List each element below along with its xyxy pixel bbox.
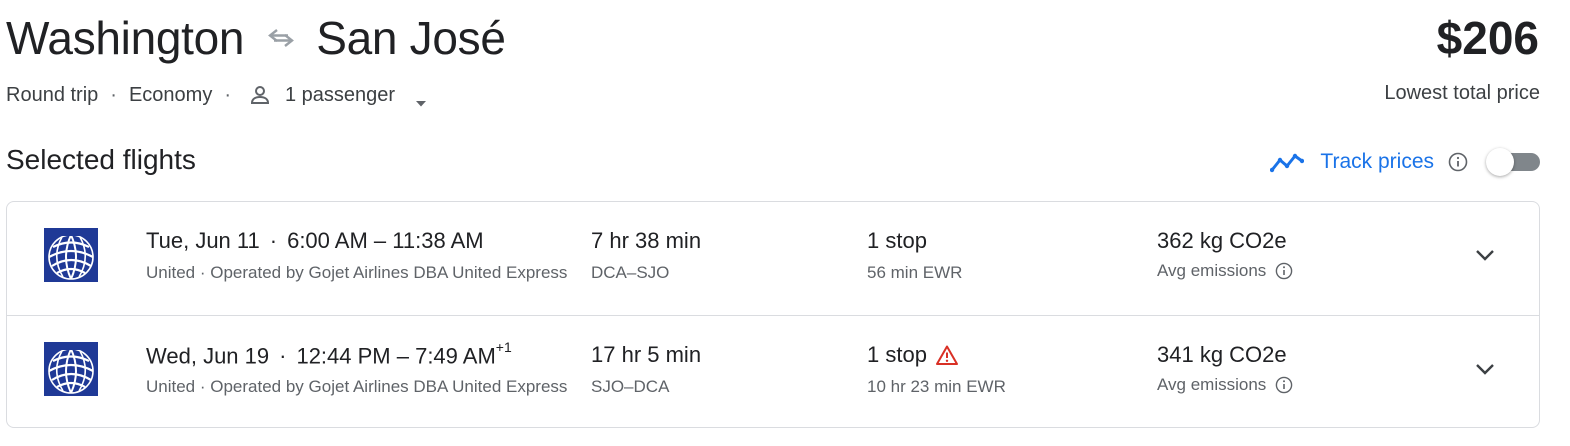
track-prices-toggle[interactable] (1486, 148, 1540, 176)
price-caption: Lowest total price (1384, 82, 1540, 104)
track-prices-label[interactable]: Track prices (1320, 150, 1434, 174)
layover-info: 56 min EWR (867, 263, 963, 282)
stops-count: 1 stop (867, 342, 927, 367)
separator-dot: · (269, 228, 278, 253)
airline-info: United · Operated by Gojet Airlines DBA … (146, 377, 568, 396)
flight-time-range: 6:00 AM – 11:38 AM (287, 228, 484, 253)
warning-icon[interactable] (935, 344, 959, 366)
flight-duration: 17 hr 5 min (591, 342, 702, 367)
flight-airports: SJO–DCA (591, 377, 670, 396)
flight-duration: 7 hr 38 min (591, 228, 702, 253)
emissions-value: 341 kg CO2e (1157, 342, 1287, 367)
caret-down-icon[interactable] (415, 91, 427, 107)
separator-dot: · (224, 83, 231, 106)
toggle-knob (1486, 148, 1514, 176)
track-prices: Track prices (1270, 146, 1540, 178)
chevron-down-icon[interactable] (1473, 246, 1497, 264)
flight-times: Tue, Jun 11 · 6:00 AM – 11:38 AM (146, 228, 484, 254)
emissions-label: Avg emissions (1157, 261, 1293, 281)
lowest-price: $206 (1436, 12, 1539, 64)
swap-arrows-icon[interactable] (264, 26, 298, 50)
flight-times: Wed, Jun 19 · 12:44 PM – 7:49 AM+1 (146, 339, 512, 369)
person-icon (249, 84, 271, 106)
day-offset: +1 (495, 339, 512, 355)
emissions-label: Avg emissions (1157, 375, 1293, 395)
layover-info: 10 hr 23 min EWR (867, 377, 1006, 396)
trip-type: Round trip (6, 83, 99, 106)
emissions-label-text: Avg emissions (1157, 261, 1267, 280)
flight-row-outbound[interactable]: Tue, Jun 11 · 6:00 AM – 11:38 AM United · … (7, 202, 1539, 315)
united-logo-icon (44, 342, 98, 396)
trending-icon (1270, 151, 1305, 173)
info-icon[interactable] (1275, 262, 1293, 280)
chevron-down-icon[interactable] (1473, 360, 1497, 378)
section-title: Selected flights (6, 144, 196, 175)
selected-flights-list: Tue, Jun 11 · 6:00 AM – 11:38 AM United · … (6, 201, 1540, 428)
flight-stops: 1 stop (867, 228, 927, 254)
origin-city: Washington (6, 12, 245, 64)
flight-row-return[interactable]: Wed, Jun 19 · 12:44 PM – 7:49 AM+1 United … (7, 315, 1539, 428)
airline-info: United · Operated by Gojet Airlines DBA … (146, 263, 568, 282)
flight-date: Wed, Jun 19 (146, 343, 270, 369)
flight-time-range: 12:44 PM – 7:49 AM (296, 343, 496, 369)
stops-count: 1 stop (867, 228, 927, 253)
united-logo-icon (44, 228, 98, 282)
passenger-count[interactable]: 1 passenger (285, 84, 395, 107)
emissions-value: 362 kg CO2e (1157, 228, 1287, 253)
route-title: Washington San José (6, 10, 506, 66)
separator-dot: · (110, 83, 117, 106)
info-icon[interactable] (1448, 152, 1468, 172)
destination-city: San José (316, 12, 506, 64)
separator-dot: · (279, 343, 287, 369)
cabin-class: Economy (128, 83, 213, 106)
info-icon[interactable] (1275, 376, 1293, 394)
flight-airports: DCA–SJO (591, 263, 670, 282)
trip-summary: Round trip · Economy · 1 passenger (6, 82, 427, 108)
emissions-label-text: Avg emissions (1157, 375, 1267, 394)
flight-date: Tue, Jun 11 (146, 228, 260, 253)
flight-stops: 1 stop (867, 342, 959, 368)
